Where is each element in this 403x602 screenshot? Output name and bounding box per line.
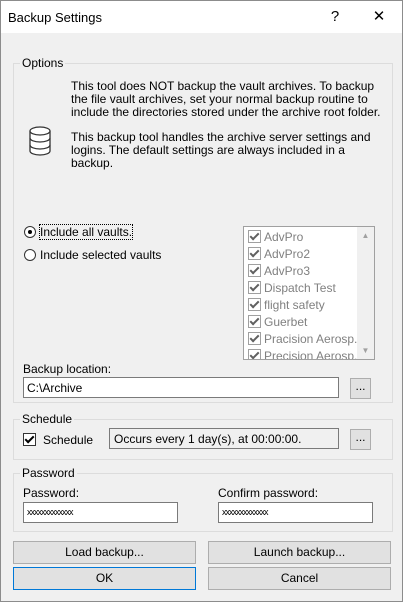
vault-item[interactable]: AdvPro2 [248,247,310,264]
checkbox-icon[interactable] [248,264,261,278]
password-group-label: Password [20,466,77,480]
options-group-label: Options [20,56,66,70]
include-all-vaults-label[interactable]: Include all vaults. [38,224,134,240]
checkbox-icon[interactable] [23,433,36,447]
vault-item[interactable]: Dispatch Test [248,281,336,298]
password-label: Password: [23,486,80,500]
checkbox-icon[interactable] [248,281,261,295]
cancel-button[interactable]: Cancel [208,567,391,590]
vault-item[interactable]: Precision Aerosp... [248,349,364,359]
vault-archive-note: This tool does NOT backup the vault arch… [71,79,381,119]
backup-location-label: Backup location: [23,362,112,376]
ok-button[interactable]: OK [13,567,196,590]
include-selected-vaults-radio[interactable] [24,249,36,261]
schedule-summary: Occurs every 1 day(s), at 00:00:00. [109,428,339,449]
scroll-up-icon[interactable]: ▲ [357,227,374,244]
vault-item[interactable]: AdvPro [248,230,303,247]
checkbox-icon[interactable] [248,332,261,346]
title-bar: Backup Settings ? ✕ [1,1,402,33]
schedule-group-label: Schedule [20,412,75,426]
database-icon [29,126,51,156]
scroll-down-icon[interactable]: ▼ [357,342,374,359]
vault-list-scrollbar[interactable]: ▲ ▼ [357,227,374,359]
default-settings-note: This backup tool handles the archive ser… [71,130,371,170]
checkbox-icon[interactable] [248,247,261,261]
load-backup-button[interactable]: Load backup... [13,541,196,564]
checkbox-icon[interactable] [248,298,261,312]
schedule-checkbox[interactable]: Schedule [23,433,93,447]
backup-settings-dialog: Backup Settings ? ✕ Options This tool do… [0,0,403,602]
confirm-password-label: Confirm password: [218,486,319,500]
browse-location-button[interactable]: ... [350,378,371,399]
backup-location-input[interactable]: C:\Archive [23,377,339,398]
vault-item[interactable]: Pracision Aerosp... [248,332,364,349]
password-field[interactable]: xxxxxxxxxxxxx [23,502,178,523]
checkbox-icon[interactable] [248,230,261,244]
dialog-title: Backup Settings [8,10,102,25]
confirm-password-field[interactable]: xxxxxxxxxxxxx [218,502,373,523]
edit-schedule-button[interactable]: ... [350,429,371,450]
vault-item[interactable]: flight safety [248,298,325,315]
launch-backup-button[interactable]: Launch backup... [208,541,391,564]
vault-item[interactable]: AdvPro3 [248,264,310,281]
checkbox-icon[interactable] [248,349,261,359]
vault-item[interactable]: Guerbet [248,315,307,332]
include-all-vaults-radio[interactable] [24,226,36,238]
help-button[interactable]: ? [315,1,355,33]
vault-list[interactable]: AdvPro AdvPro2 AdvPro3 Dispatch Test fli… [243,226,375,360]
close-button[interactable]: ✕ [359,1,399,33]
checkbox-icon[interactable] [248,315,261,329]
include-selected-vaults-label[interactable]: Include selected vaults [40,248,161,262]
